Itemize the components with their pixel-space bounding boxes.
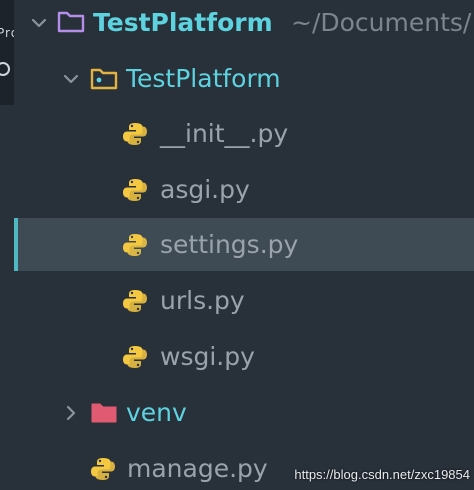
tree-row-file[interactable]: __init__.py [14, 107, 474, 160]
watermark: https://blog.csdn.net/zxc19854 [294, 467, 470, 482]
tree-row-file[interactable]: asgi.py [14, 163, 474, 216]
chevron-right-icon[interactable] [62, 404, 80, 422]
project-tree: TestPlatform ~/Documents/ TestPlatform _… [0, 0, 474, 490]
python-file-icon [123, 234, 147, 256]
chevron-down-icon[interactable] [62, 70, 80, 88]
tree-row-package[interactable]: TestPlatform [14, 52, 474, 105]
package-folder-icon [90, 68, 118, 90]
tree-row-manage[interactable]: manage.py [14, 442, 474, 490]
python-file-icon [123, 123, 147, 145]
python-file-icon [123, 290, 147, 312]
folder-icon [57, 11, 85, 33]
python-file-icon [123, 346, 147, 368]
root-folder-label: TestPlatform [93, 8, 273, 37]
tree-row-file[interactable]: urls.py [14, 274, 474, 327]
file-label: asgi.py [160, 175, 250, 204]
file-label: wsgi.py [160, 342, 255, 371]
file-label: __init__.py [160, 119, 289, 148]
tree-row-file[interactable]: wsgi.py [14, 330, 474, 383]
python-file-icon [123, 179, 147, 201]
venv-folder-label: venv [126, 398, 187, 427]
tree-row-file-selected[interactable]: settings.py [14, 218, 474, 271]
file-label: manage.py [127, 454, 268, 483]
file-label: settings.py [160, 230, 299, 259]
excluded-folder-icon [91, 403, 117, 423]
chevron-down-icon[interactable] [30, 14, 48, 32]
tree-row-venv[interactable]: venv [14, 386, 474, 439]
package-folder-label: TestPlatform [126, 64, 281, 93]
root-folder-path: ~/Documents/ [291, 8, 472, 37]
python-file-icon [91, 458, 115, 480]
file-label: urls.py [160, 286, 245, 315]
tree-row-root[interactable]: TestPlatform ~/Documents/ [14, 0, 474, 49]
